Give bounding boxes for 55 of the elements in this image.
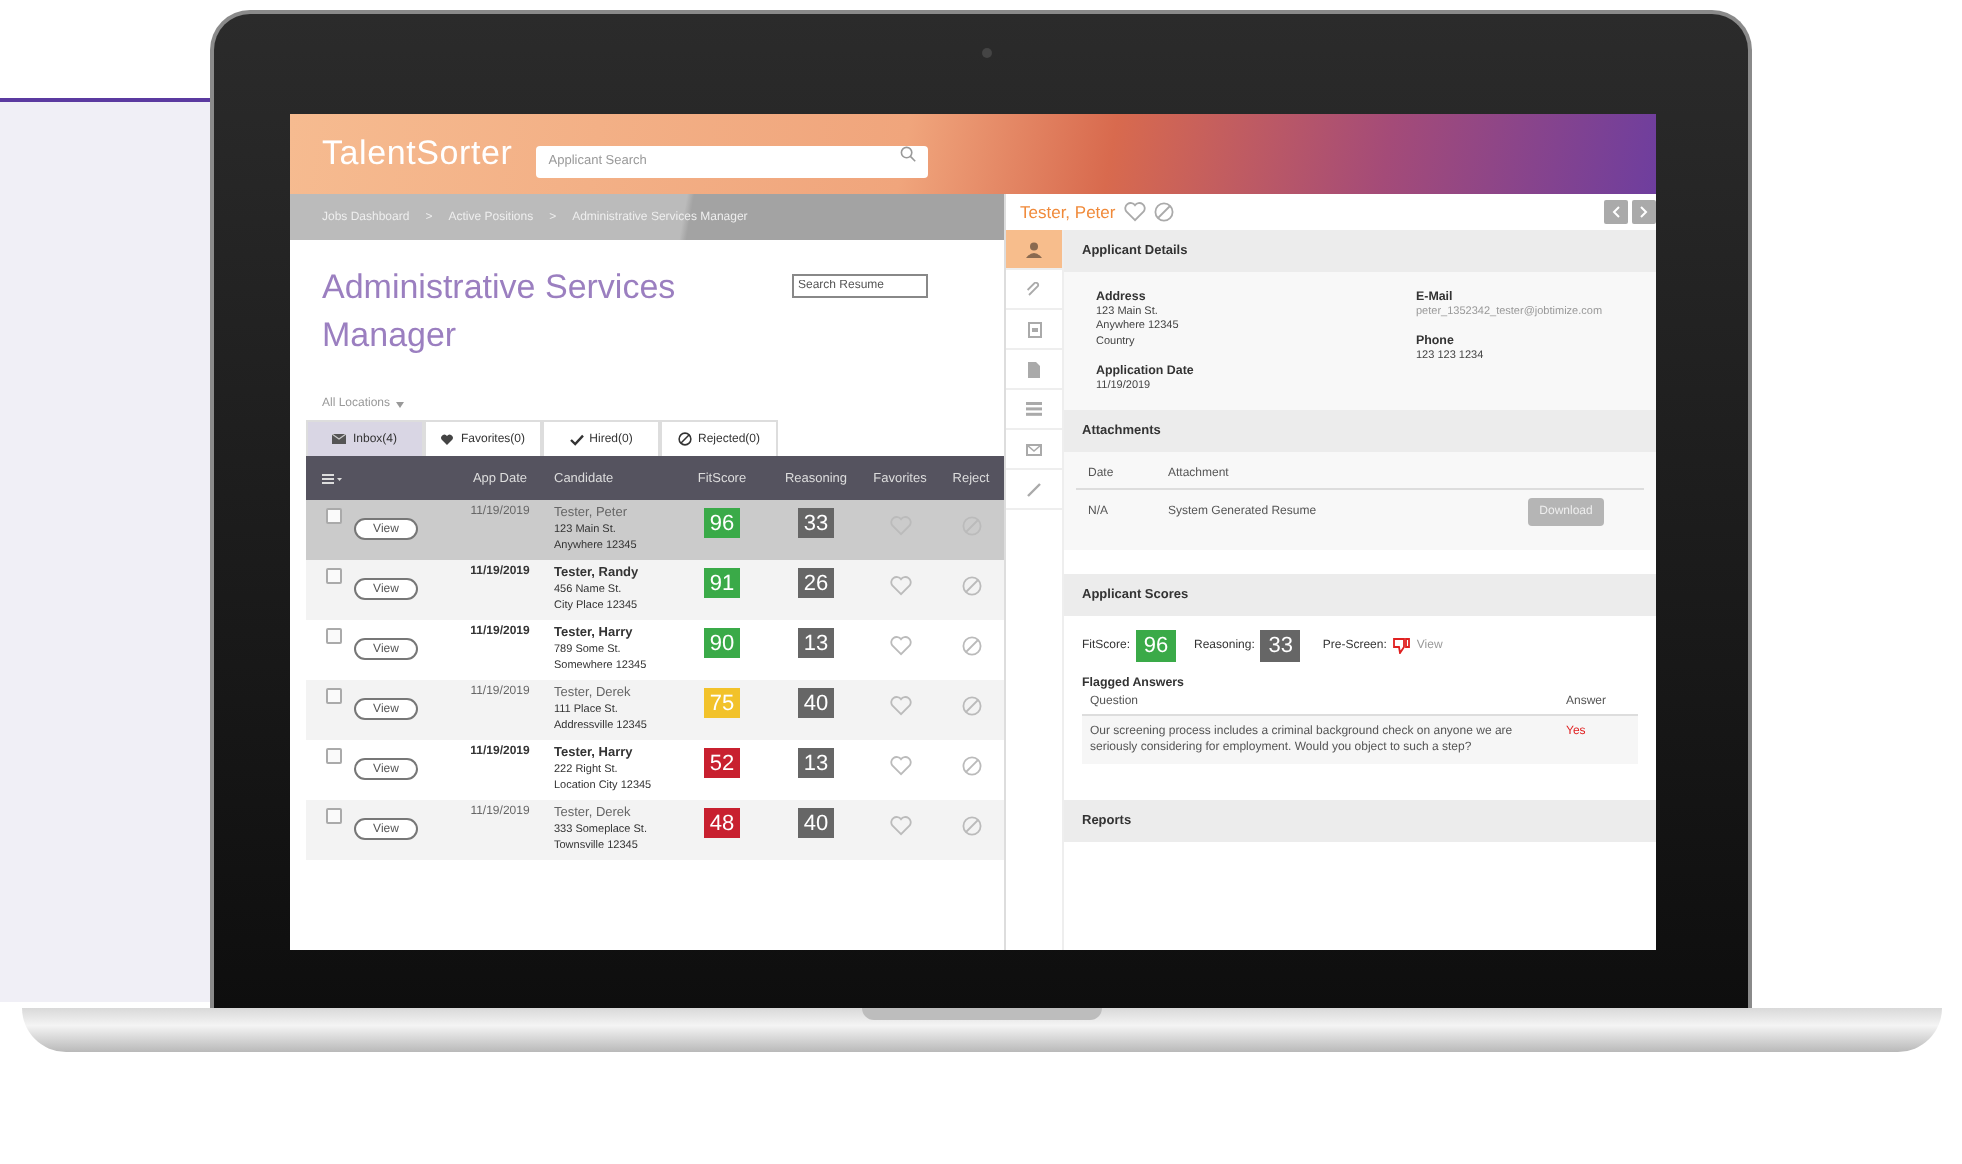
checkbox[interactable] (326, 748, 342, 764)
envelope-icon[interactable] (1026, 443, 1042, 455)
chevron-left-icon (1612, 206, 1620, 218)
reasoning-badge: 33 (798, 508, 834, 538)
reasoning-badge: 33 (1260, 630, 1301, 662)
document-icon[interactable] (1028, 361, 1040, 377)
favorite-icon[interactable] (889, 636, 911, 656)
job-title: Administrative Services Manager (322, 266, 678, 358)
reject-icon[interactable] (961, 756, 981, 776)
reject-icon[interactable] (961, 576, 981, 596)
next-button[interactable] (1632, 200, 1656, 224)
envelope-icon (332, 434, 347, 444)
person-icon[interactable] (1026, 241, 1042, 257)
reasoning-badge: 13 (798, 748, 834, 778)
list-menu-icon[interactable] (322, 473, 342, 483)
favorite-icon[interactable] (889, 816, 911, 836)
reject-icon[interactable] (1153, 202, 1174, 222)
reject-icon[interactable] (961, 696, 981, 716)
chevron-right-icon (1640, 206, 1648, 218)
checkbox[interactable] (326, 508, 342, 524)
fitscore-badge: 91 (704, 568, 740, 598)
previous-button[interactable] (1604, 200, 1628, 224)
reasoning-badge: 26 (798, 568, 834, 598)
heart-icon (440, 433, 455, 445)
fitscore-badge: 96 (1136, 630, 1177, 662)
list-icon[interactable] (1026, 402, 1042, 416)
search-icon[interactable] (900, 146, 917, 162)
checkbox[interactable] (326, 808, 342, 824)
checkmark-icon (569, 433, 584, 445)
favorite-icon[interactable] (1123, 202, 1146, 222)
checkbox[interactable] (326, 688, 342, 704)
app-logo: TalentSorter (322, 134, 513, 174)
checkbox[interactable] (326, 568, 342, 584)
reject-icon[interactable] (961, 816, 981, 836)
favorite-icon[interactable] (889, 756, 911, 776)
pencil-icon[interactable] (1026, 481, 1042, 497)
reject-icon[interactable] (961, 636, 981, 656)
side-tab[interactable] (1006, 230, 1062, 270)
reject-icon (677, 432, 692, 446)
fitscore-badge: 75 (704, 688, 740, 718)
paperclip-icon[interactable] (1026, 281, 1042, 297)
applicant-name: Tester, Peter (1020, 202, 1116, 222)
caret-icon[interactable] (396, 401, 405, 407)
fitscore-badge: 90 (704, 628, 740, 658)
checkbox[interactable] (326, 628, 342, 644)
fitscore-badge: 48 (704, 808, 740, 838)
reasoning-badge: 13 (798, 628, 834, 658)
reasoning-badge: 40 (798, 688, 834, 718)
reasoning-badge: 40 (798, 808, 834, 838)
favorite-icon[interactable] (889, 696, 911, 716)
fitscore-badge: 96 (704, 508, 740, 538)
calendar-icon[interactable] (1027, 321, 1041, 337)
thumbs-down-icon (1392, 638, 1411, 654)
favorite-icon[interactable] (889, 576, 911, 596)
fitscore-badge: 52 (704, 748, 740, 778)
